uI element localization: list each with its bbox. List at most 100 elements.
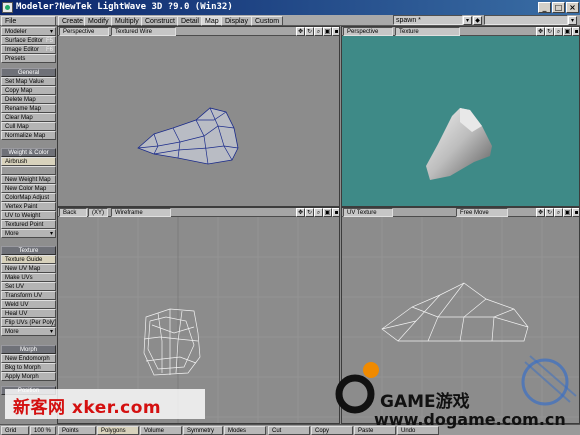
file-menu[interactable]: File: [1, 16, 56, 26]
make-uvs-button[interactable]: Make UVs: [1, 273, 56, 282]
modeler-menu[interactable]: Modeler ▾: [1, 27, 56, 36]
maximize-viewport-icon[interactable]: ▣: [323, 208, 332, 217]
points-mode-button[interactable]: Points: [58, 426, 96, 435]
maximize-viewport-icon[interactable]: ▣: [563, 27, 572, 36]
right-dropdown-arrow-icon[interactable]: ▾: [568, 16, 577, 25]
tab-multiply[interactable]: Multiply: [111, 16, 143, 26]
volume-mode-button[interactable]: Volume: [140, 426, 182, 435]
viewport-menu-icon[interactable]: ▪: [572, 208, 579, 217]
maximize-viewport-icon[interactable]: ▣: [563, 208, 572, 217]
tab-modify[interactable]: Modify: [84, 16, 113, 26]
modes-dropdown[interactable]: Modes: [224, 426, 266, 435]
zoom-view-icon[interactable]: ⌕: [554, 208, 563, 217]
set-uv-button[interactable]: Set UV: [1, 282, 56, 291]
rotate-view-icon[interactable]: ↻: [545, 208, 554, 217]
airbrush-button[interactable]: Airbrush: [1, 157, 56, 166]
spawn-options-icon[interactable]: ◆: [473, 16, 482, 25]
minimize-icon[interactable]: _: [538, 2, 551, 13]
maximize-viewport-icon[interactable]: ▣: [323, 27, 332, 36]
rotate-view-icon[interactable]: ↻: [305, 208, 314, 217]
tab-construct[interactable]: Construct: [141, 16, 179, 26]
tab-detail[interactable]: Detail: [177, 16, 203, 26]
polygons-mode-button[interactable]: Polygons: [97, 426, 139, 435]
spawn-menu-icon[interactable]: ▾: [463, 16, 472, 25]
viewport-canvas[interactable]: [58, 36, 339, 206]
move-view-icon[interactable]: ✥: [296, 208, 305, 217]
view-type-dropdown[interactable]: Perspective: [343, 27, 393, 36]
textured-point-button[interactable]: Textured Point: [1, 220, 56, 229]
dogame-url: www.dogame.com.cn: [374, 410, 566, 429]
viewport-menu-icon[interactable]: ▪: [332, 27, 339, 36]
modeler-window: Modeler?NewTek LightWave 3D ?9.0 (Win32)…: [0, 0, 580, 435]
zoom-percent: 100 %: [30, 426, 56, 435]
move-view-icon[interactable]: ✥: [536, 208, 545, 217]
shoe-mesh-wire: [137, 107, 239, 165]
new-uv-map-button[interactable]: New UV Map: [1, 264, 56, 273]
shading-dropdown[interactable]: Texture: [395, 27, 460, 36]
view-type-dropdown[interactable]: UV Texture: [343, 208, 393, 217]
uv-to-weight-button[interactable]: UV to Weight: [1, 211, 56, 220]
tab-display[interactable]: Display: [221, 16, 252, 26]
app-icon: [2, 2, 13, 13]
presets-button[interactable]: Presets: [1, 54, 56, 63]
close-icon[interactable]: ×: [566, 2, 579, 13]
window-title: Modeler?NewTek LightWave 3D ?9.0 (Win32): [16, 2, 233, 12]
maximize-icon[interactable]: □: [552, 2, 565, 13]
xker-watermark: 新客网 xker.com: [5, 389, 205, 419]
viewport-canvas[interactable]: [342, 36, 579, 206]
viewport-toolbar: UV Texture Free Move ✥ ↻ ⌕ ▣ ▪: [342, 208, 579, 217]
apply-morph-button[interactable]: Apply Morph: [1, 372, 56, 381]
rotate-view-icon[interactable]: ↻: [305, 27, 314, 36]
viewport-toolbar: Perspective Textured Wire ✥ ↻ ⌕ ▣ ▪: [58, 27, 339, 36]
tab-custom[interactable]: Custom: [251, 16, 284, 26]
new-color-map-button[interactable]: New Color Map: [1, 184, 56, 193]
flip-uvs-button[interactable]: Flip UVs (Per Poly): [1, 318, 56, 327]
tab-map[interactable]: Map: [201, 16, 223, 26]
texture-header: Texture: [1, 246, 56, 255]
spawn-dropdown[interactable]: spawn *: [393, 15, 463, 25]
cut-button[interactable]: Cut: [268, 426, 310, 435]
surface-editor-button[interactable]: Surface Editor F5: [1, 36, 56, 45]
normalize-map-button[interactable]: Normalize Map: [1, 131, 56, 140]
right-dropdown[interactable]: [484, 15, 568, 25]
weld-uv-button[interactable]: Weld UV: [1, 300, 56, 309]
symmetry-button[interactable]: Symmetry: [183, 426, 223, 435]
new-endomorph-button[interactable]: New Endomorph: [1, 354, 56, 363]
viewport-top-right[interactable]: Perspective Texture ✥ ↻ ⌕ ▣ ▪: [341, 26, 580, 207]
clear-map-button[interactable]: Clear Map: [1, 113, 56, 122]
tab-create[interactable]: Create: [58, 16, 88, 26]
viewport-menu-icon[interactable]: ▪: [332, 208, 339, 217]
bkg-to-morph-button[interactable]: Bkg to Morph: [1, 363, 56, 372]
viewport-top-left[interactable]: Perspective Textured Wire ✥ ↻ ⌕ ▣ ▪: [57, 26, 340, 207]
vertex-paint-button[interactable]: Vertex Paint: [1, 202, 56, 211]
weight-more-menu[interactable]: More ▾: [1, 229, 56, 238]
image-editor-button[interactable]: Image Editor F6: [1, 45, 56, 54]
zoom-view-icon[interactable]: ⌕: [314, 27, 323, 36]
dogame-watermark: GAME游戏 www.dogame.com.cn: [330, 352, 580, 435]
copy-map-button[interactable]: Copy Map: [1, 86, 56, 95]
texture-guide-button[interactable]: Texture Guide: [1, 255, 56, 264]
heal-uv-button[interactable]: Heal UV: [1, 309, 56, 318]
weight-color-header: Weight & Color: [1, 148, 56, 157]
rename-map-button[interactable]: Rename Map: [1, 104, 56, 113]
shading-dropdown[interactable]: Wireframe: [111, 208, 171, 217]
rotate-view-icon[interactable]: ↻: [545, 27, 554, 36]
shoe-mesh-shaded: [426, 108, 492, 180]
delete-map-button[interactable]: Delete Map: [1, 95, 56, 104]
cull-map-button[interactable]: Cull Map: [1, 122, 56, 131]
move-view-icon[interactable]: ✥: [536, 27, 545, 36]
new-weight-map-button[interactable]: New Weight Map: [1, 175, 56, 184]
zoom-view-icon[interactable]: ⌕: [314, 208, 323, 217]
colormap-adjust-button[interactable]: ColorMap Adjust: [1, 193, 56, 202]
zoom-view-icon[interactable]: ⌕: [554, 27, 563, 36]
transform-uv-button[interactable]: Transform UV: [1, 291, 56, 300]
set-map-value-button[interactable]: Set Map Value: [1, 77, 56, 86]
view-type-dropdown[interactable]: Perspective: [59, 27, 109, 36]
dogame-brand: GAME游戏: [380, 392, 470, 412]
shading-dropdown[interactable]: Textured Wire: [111, 27, 176, 36]
move-view-icon[interactable]: ✥: [296, 27, 305, 36]
texture-more-menu[interactable]: More ▾: [1, 327, 56, 336]
view-type-dropdown[interactable]: Back: [59, 208, 87, 217]
uv-mode-dropdown[interactable]: Free Move: [456, 208, 508, 217]
viewport-menu-icon[interactable]: ▪: [572, 27, 579, 36]
